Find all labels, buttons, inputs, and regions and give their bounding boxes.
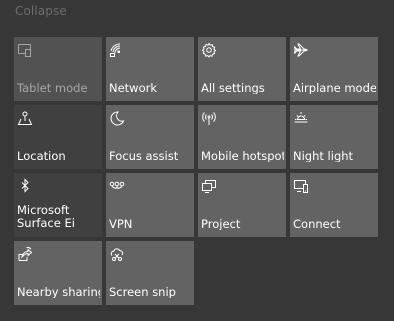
network-icon	[109, 42, 125, 58]
tile-label: Project	[201, 218, 241, 230]
tile-label: Focus assist	[109, 150, 179, 162]
connect-icon	[293, 178, 309, 194]
screen-snip-icon	[109, 246, 125, 262]
tile-location[interactable]: Location	[14, 105, 102, 169]
tile-label: Network	[109, 82, 158, 94]
tile-label: Screen snip	[109, 286, 176, 298]
gear-icon	[201, 42, 217, 58]
tile-label: Airplane mode	[293, 82, 376, 94]
tile-label: Mobile hotspot	[201, 150, 284, 162]
tile-label: Night light	[293, 150, 354, 162]
tile-night-light[interactable]: Night light	[290, 105, 378, 169]
vpn-icon	[109, 178, 125, 194]
tile-focus-assist[interactable]: Focus assist	[106, 105, 194, 169]
tile-tablet-mode[interactable]: Tablet mode	[14, 37, 102, 101]
sun-icon	[293, 110, 309, 126]
tile-label: Microsoft Surface Ei	[17, 204, 75, 230]
tile-label: Tablet mode	[17, 82, 88, 94]
tile-label: All settings	[201, 82, 265, 94]
tile-label: Location	[17, 150, 66, 162]
bluetooth-icon	[17, 178, 33, 194]
tile-airplane-mode[interactable]: Airplane mode	[290, 37, 378, 101]
project-icon	[201, 178, 217, 194]
collapse-button[interactable]: Collapse	[15, 4, 67, 18]
moon-icon	[109, 110, 125, 126]
location-icon	[17, 110, 33, 126]
airplane-icon	[293, 42, 309, 58]
tile-bluetooth-device[interactable]: Microsoft Surface Ei	[14, 173, 102, 237]
tablet-mode-icon	[17, 42, 33, 58]
tile-mobile-hotspot[interactable]: Mobile hotspot	[198, 105, 286, 169]
tile-all-settings[interactable]: All settings	[198, 37, 286, 101]
quick-actions-grid: Tablet mode Network All settings Airplan…	[14, 37, 378, 305]
tile-vpn[interactable]: VPN	[106, 173, 194, 237]
tile-label: Connect	[293, 218, 341, 230]
tile-label: VPN	[109, 218, 133, 230]
tile-network[interactable]: Network	[106, 37, 194, 101]
tile-screen-snip[interactable]: Screen snip	[106, 241, 194, 305]
tile-nearby-sharing[interactable]: Nearby sharing	[14, 241, 102, 305]
tile-label: Nearby sharing	[17, 286, 100, 298]
hotspot-icon	[201, 110, 217, 126]
tile-project[interactable]: Project	[198, 173, 286, 237]
nearby-sharing-icon	[17, 246, 33, 262]
tile-connect[interactable]: Connect	[290, 173, 378, 237]
